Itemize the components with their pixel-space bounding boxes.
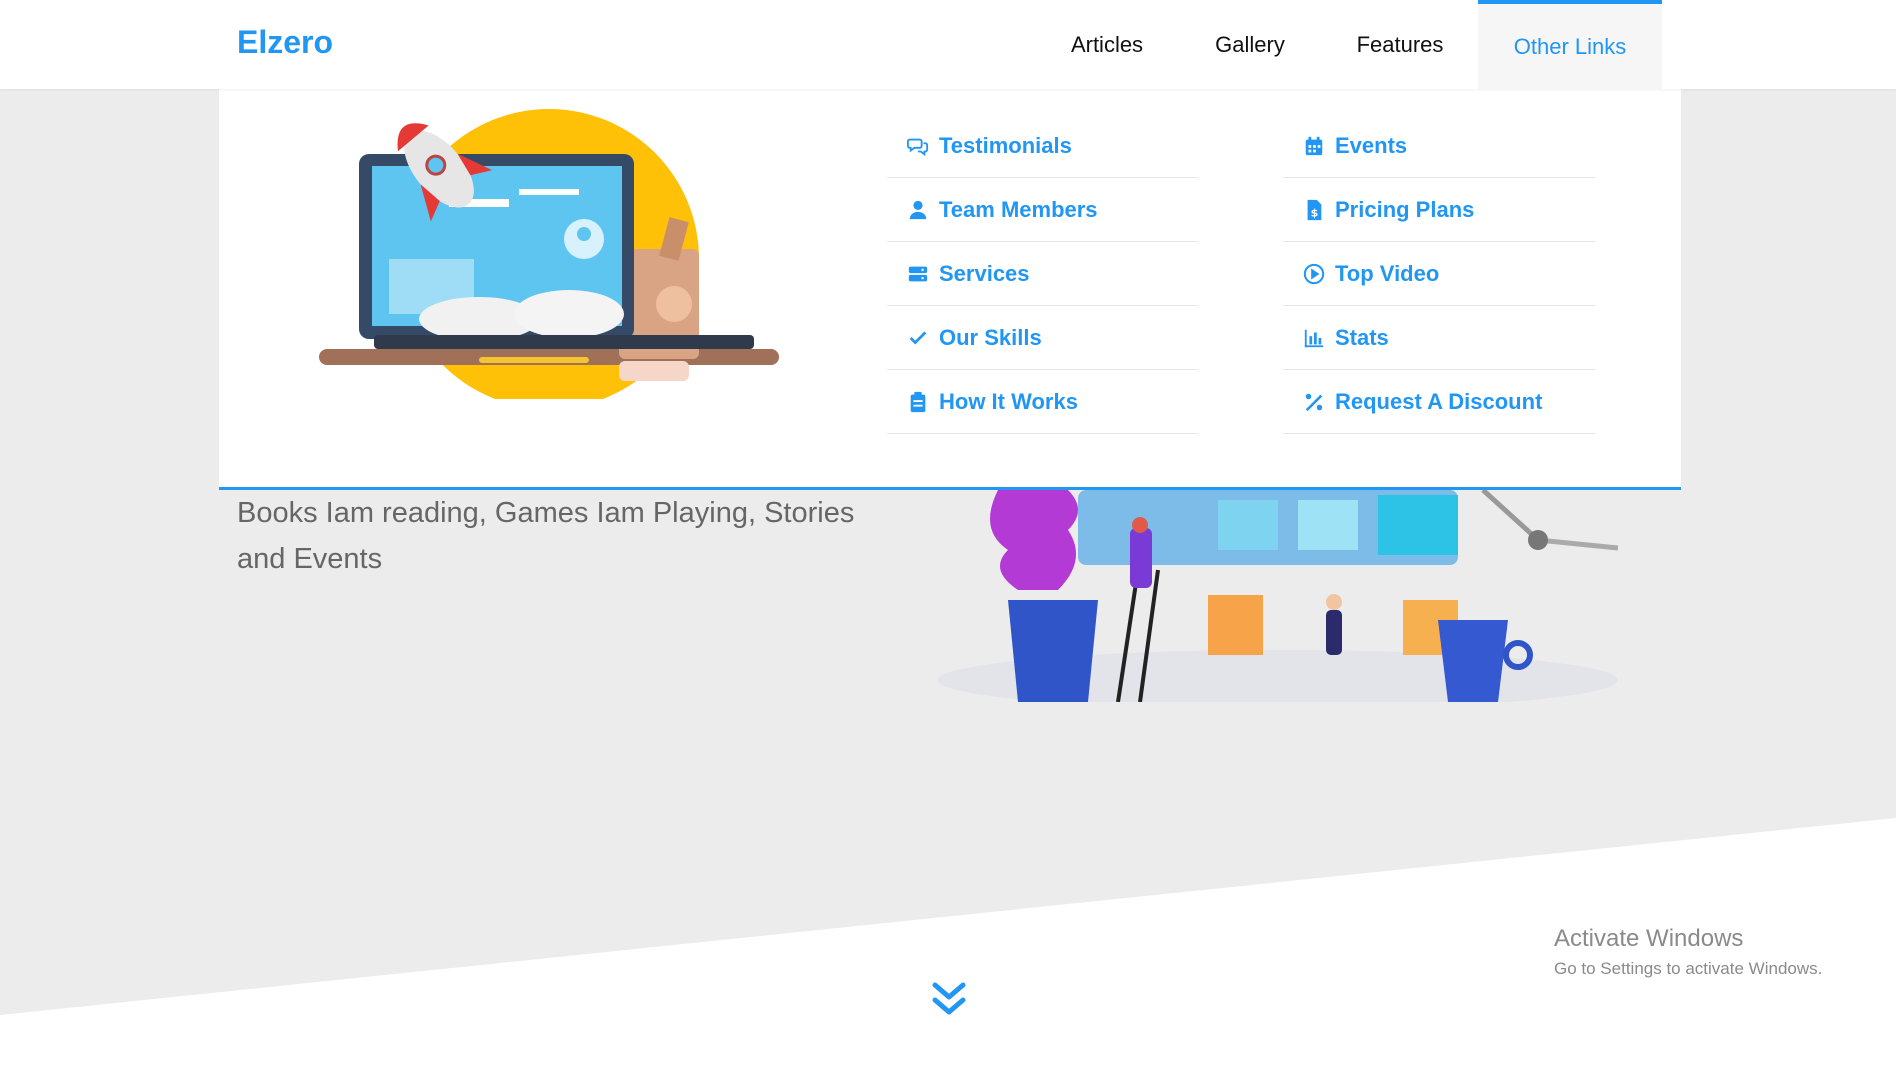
- chart-bar-icon: [1301, 327, 1327, 349]
- menu-item-pricing-plans[interactable]: $ Pricing Plans: [1283, 178, 1595, 242]
- play-circle-icon: [1301, 263, 1327, 285]
- hero-illustration: [938, 490, 1618, 702]
- rocket-laptop-illustration: [319, 109, 779, 399]
- watermark-title: Activate Windows: [1554, 925, 1744, 952]
- menu-item-label: Pricing Plans: [1335, 196, 1475, 222]
- nav-link-other-links[interactable]: Other Links: [1478, 0, 1662, 89]
- calendar-icon: [1301, 135, 1327, 157]
- watermark-subtitle: Go to Settings to activate Windows.: [1554, 959, 1823, 978]
- site-logo[interactable]: Elzero: [237, 24, 333, 61]
- nav-link-features[interactable]: Features: [1345, 0, 1455, 89]
- hero-description: Books Iam reading, Games Iam Playing, St…: [237, 497, 855, 575]
- menu-item-label: Top Video: [1335, 260, 1440, 286]
- check-icon: [905, 327, 931, 349]
- menu-item-label: Stats: [1335, 324, 1389, 350]
- menu-item-label: Testimonials: [939, 132, 1072, 158]
- menu-item-how-it-works[interactable]: How It Works: [887, 370, 1199, 434]
- menu-item-testimonials[interactable]: Testimonials: [887, 114, 1199, 178]
- nav-link-articles[interactable]: Articles: [1052, 0, 1162, 89]
- menu-item-label: Request A Discount: [1335, 388, 1543, 414]
- menu-item-our-skills[interactable]: Our Skills: [887, 306, 1199, 370]
- server-icon: [905, 263, 931, 285]
- menu-item-label: How It Works: [939, 388, 1078, 414]
- site-header: Elzero Articles Gallery Features Other L…: [0, 0, 1896, 89]
- mega-menu-dropdown: Testimonials Team Members Services Our S…: [219, 89, 1681, 490]
- clipboard-icon: [905, 391, 931, 413]
- mega-menu-column-2: Events $ Pricing Plans Top Video Stats R…: [1283, 114, 1595, 434]
- windows-activation-watermark: Activate Windows Go to Settings to activ…: [1554, 925, 1822, 979]
- menu-item-events[interactable]: Events: [1283, 114, 1595, 178]
- menu-item-services[interactable]: Services: [887, 242, 1199, 306]
- menu-item-label: Events: [1335, 132, 1408, 158]
- menu-item-team-members[interactable]: Team Members: [887, 178, 1199, 242]
- scroll-down-icon[interactable]: [930, 980, 968, 1020]
- invoice-dollar-icon: $: [1301, 199, 1327, 221]
- comments-icon: [905, 135, 931, 157]
- svg-text:$: $: [1311, 206, 1319, 219]
- menu-item-stats[interactable]: Stats: [1283, 306, 1595, 370]
- user-icon: [905, 199, 931, 221]
- menu-item-top-video[interactable]: Top Video: [1283, 242, 1595, 306]
- menu-item-label: Team Members: [939, 196, 1098, 222]
- menu-item-request-a-discount[interactable]: Request A Discount: [1283, 370, 1595, 434]
- mega-menu-column-1: Testimonials Team Members Services Our S…: [887, 114, 1199, 434]
- menu-item-label: Our Skills: [939, 324, 1042, 350]
- nav-link-gallery[interactable]: Gallery: [1200, 0, 1300, 89]
- menu-item-label: Services: [939, 260, 1030, 286]
- percent-icon: [1301, 391, 1327, 413]
